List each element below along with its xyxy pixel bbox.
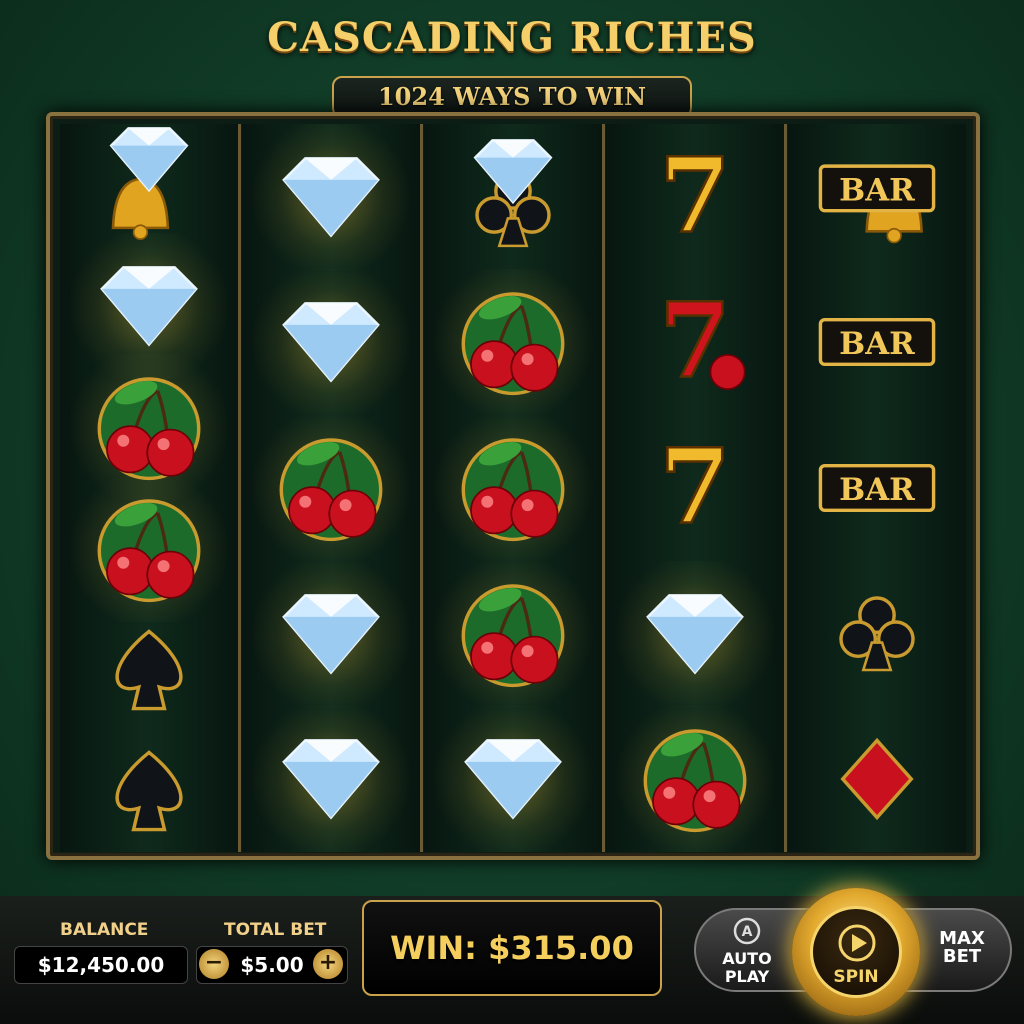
seven-red-symbol: 7 [606,269,784,415]
cherry-symbol [424,269,602,416]
auto-play-icon: A [733,917,761,945]
cherry-symbol [424,560,602,707]
game-title: CASCADING RICHES [267,14,757,61]
cherry-icon [97,377,201,481]
diamond-icon [282,156,380,238]
reel-4: 7 7 7 [606,124,784,853]
cherry-icon [643,729,747,833]
balance-value: $12,450.00 [14,946,188,984]
diamond-icon [464,739,562,820]
red-diamond-icon [840,738,914,821]
seven-gold-symbol: 7 [606,124,784,270]
seven-gold-icon: 7 [658,137,732,257]
reel-1 [60,124,238,852]
reel-5: BAR BAR BAR [788,124,966,852]
cherry-symbol [424,415,602,561]
svg-text:7: 7 [659,428,731,547]
cherry-symbol [242,415,420,561]
reel-separator [602,124,605,852]
diamond-symbol [242,123,420,270]
diamond-icon [282,593,380,675]
spade-icon [115,629,183,711]
diamond-symbol [242,560,420,707]
reel-3 [424,124,602,853]
spin-label: SPIN [833,967,879,987]
total-bet-value: $5.00 [240,953,304,977]
diamond-club-icon [473,138,553,247]
cherry-icon [461,438,565,542]
bar-bell-icon: BAR [818,164,936,244]
bar-symbol: BAR [788,415,966,561]
svg-text:BAR: BAR [839,472,915,508]
bar-bell-symbol: BAR [788,124,966,270]
diamond-icon [282,302,380,383]
auto-play-button[interactable]: A AUTO PLAY [712,914,782,986]
bar-icon: BAR [818,318,936,367]
spin-core: SPIN [810,906,902,998]
cherry-icon [279,438,383,542]
reel-separator [238,124,241,852]
increase-bet-button[interactable]: + [313,949,343,979]
cherry-icon [97,498,201,602]
cherry-symbol [606,706,784,853]
decrease-bet-button[interactable]: − [199,949,229,979]
reels-frame: 7 7 7 BAR BAR BAR [46,112,980,860]
red-diamond-symbol [788,706,966,852]
svg-text:BAR: BAR [839,326,915,362]
diamond-bell-icon [109,126,189,240]
cherry-icon [461,583,565,687]
svg-text:BAR: BAR [839,172,915,208]
play-icon [838,924,876,962]
diamond-symbol [606,560,784,707]
svg-text:7: 7 [659,137,731,256]
diamond-symbol [424,706,602,853]
bar-symbol: BAR [788,269,966,415]
club-icon [839,595,915,671]
spade-symbol [60,718,238,864]
win-display: WIN: $315.00 [362,900,662,996]
diamond-icon [100,266,198,347]
diamond-symbol [242,706,420,853]
auto-play-label: AUTO PLAY [722,949,772,986]
balance-label: BALANCE [60,920,149,940]
diamond-icon [282,739,380,820]
diamond-icon [646,593,744,675]
reel-2 [242,123,420,853]
spade-icon [115,750,183,832]
svg-text:A: A [742,924,753,940]
seven-gold-icon: 7 [658,428,732,548]
seven-gold-symbol: 7 [606,415,784,561]
total-bet-label: TOTAL BET [224,920,327,940]
reel-separator [420,124,423,852]
diamond-symbol [242,269,420,416]
max-bet-button[interactable]: MAX BET [930,930,994,966]
club-symbol [788,561,966,707]
diamond-club-symbol [424,124,602,270]
spin-button[interactable]: SPIN [792,888,920,1016]
cherry-icon [461,292,565,396]
reel-separator [784,124,787,852]
seven-red-icon: 7 [658,282,746,402]
bar-icon: BAR [818,464,936,512]
